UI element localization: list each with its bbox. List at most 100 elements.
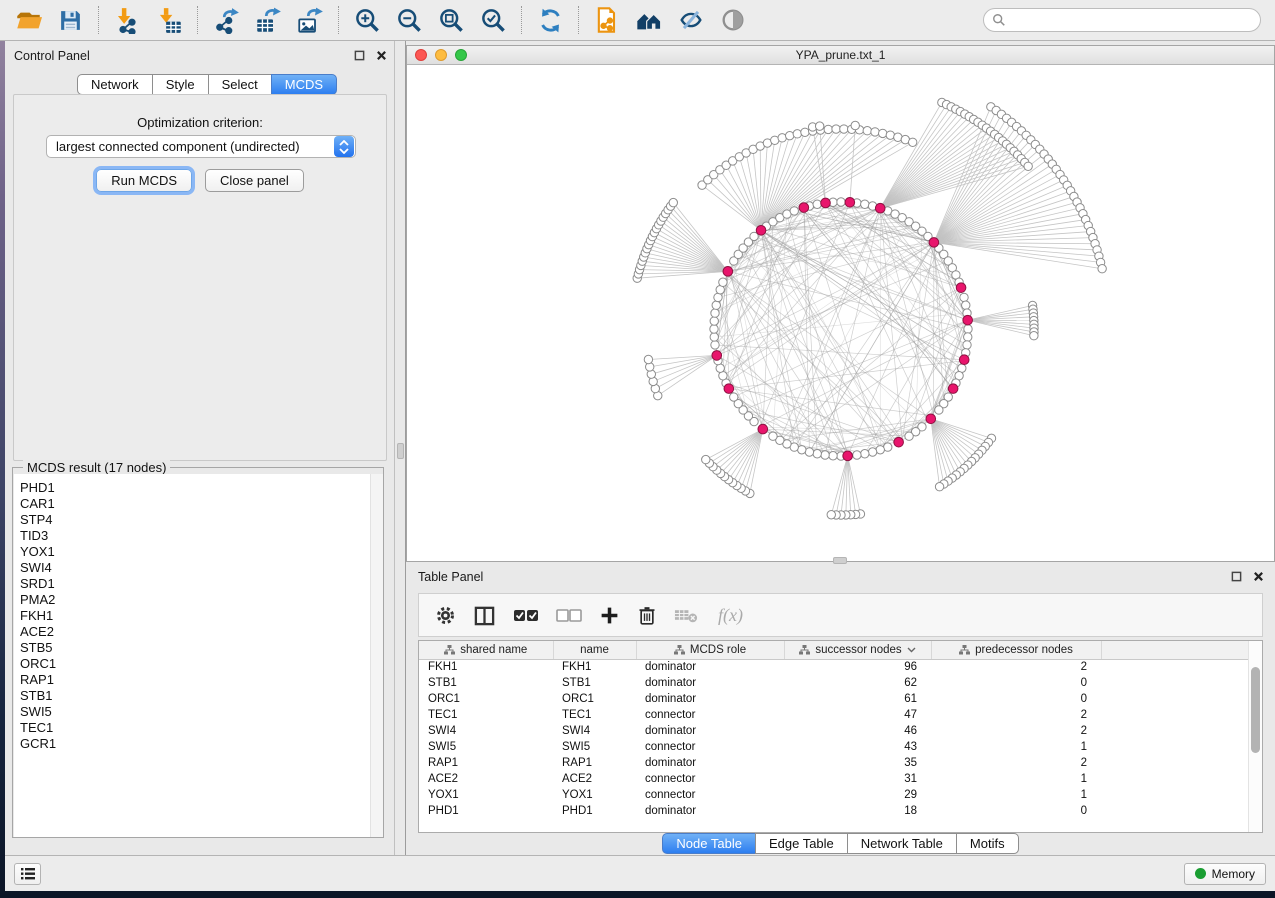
network-node[interactable]: [813, 450, 821, 458]
column-header-MCDS-role[interactable]: MCDS role: [636, 641, 784, 659]
mcds-node[interactable]: [821, 198, 831, 208]
leaf-node[interactable]: [832, 125, 840, 133]
leaf-node[interactable]: [1030, 332, 1038, 340]
mcds-result-item[interactable]: PHD1: [20, 480, 370, 496]
export-image-button[interactable]: [296, 6, 324, 34]
network-node[interactable]: [712, 301, 720, 309]
tab-motifs[interactable]: Motifs: [956, 833, 1019, 854]
leaf-node[interactable]: [644, 355, 652, 363]
leaf-node[interactable]: [669, 198, 677, 206]
delete-column-button[interactable]: [637, 605, 657, 626]
mcds-node[interactable]: [712, 351, 722, 361]
tab-edge-table[interactable]: Edge Table: [755, 833, 848, 854]
network-node[interactable]: [805, 448, 813, 456]
table-row[interactable]: YOX1YOX1connector291: [419, 787, 1249, 803]
zoom-out-button[interactable]: [395, 6, 423, 34]
mcds-result-item[interactable]: ORC1: [20, 656, 370, 672]
leaf-node[interactable]: [863, 127, 871, 135]
show-all-button[interactable]: [719, 6, 747, 34]
network-node[interactable]: [716, 364, 724, 372]
network-node[interactable]: [853, 451, 861, 459]
close-panel-button-2[interactable]: Close panel: [205, 169, 304, 192]
export-table-button[interactable]: [254, 6, 282, 34]
mcds-node[interactable]: [948, 384, 958, 394]
network-node[interactable]: [960, 293, 968, 301]
splitter-handle[interactable]: [397, 443, 404, 459]
leaf-node[interactable]: [786, 131, 794, 139]
network-node[interactable]: [963, 341, 971, 349]
table-row[interactable]: SWI5SWI5connector431: [419, 739, 1249, 755]
mcds-result-item[interactable]: YOX1: [20, 544, 370, 560]
leaf-node[interactable]: [793, 130, 801, 138]
task-history-button[interactable]: [14, 863, 41, 885]
first-neighbors-button[interactable]: [635, 6, 663, 34]
table-row[interactable]: PHD1PHD1dominator180: [419, 803, 1249, 819]
mcds-result-item[interactable]: PMA2: [20, 592, 370, 608]
network-node[interactable]: [964, 325, 972, 333]
network-node[interactable]: [790, 207, 798, 215]
apply-layout-button[interactable]: [536, 6, 564, 34]
leaf-node[interactable]: [879, 129, 887, 137]
mcds-node[interactable]: [723, 267, 733, 277]
search-input[interactable]: [1011, 13, 1252, 27]
optimization-criterion-select[interactable]: largest connected component (undirected): [46, 135, 356, 158]
network-node[interactable]: [714, 293, 722, 301]
delete-table-button[interactable]: [674, 606, 699, 624]
zoom-in-button[interactable]: [353, 6, 381, 34]
import-network-button[interactable]: [113, 6, 141, 34]
export-network-button[interactable]: [212, 6, 240, 34]
tab-network-table[interactable]: Network Table: [847, 833, 957, 854]
network-node[interactable]: [730, 393, 738, 401]
network-node[interactable]: [769, 432, 777, 440]
tab-select[interactable]: Select: [208, 74, 272, 95]
table-row[interactable]: TEC1TEC1connector472: [419, 707, 1249, 723]
network-node[interactable]: [719, 278, 727, 286]
table-row[interactable]: SWI4SWI4dominator462: [419, 723, 1249, 739]
mcds-node[interactable]: [929, 238, 939, 248]
table-scrollbar[interactable]: [1248, 641, 1262, 832]
network-node[interactable]: [868, 448, 876, 456]
tab-node-table[interactable]: Node Table: [662, 833, 756, 854]
table-row[interactable]: ORC1ORC1dominator610: [419, 691, 1249, 707]
mcds-node[interactable]: [926, 414, 936, 424]
close-table-panel-button[interactable]: [1251, 569, 1265, 583]
mcds-node[interactable]: [799, 203, 809, 213]
network-node[interactable]: [813, 200, 821, 208]
mcds-result-item[interactable]: STP4: [20, 512, 370, 528]
leaf-node[interactable]: [1024, 162, 1032, 170]
deselect-all-rows-button[interactable]: [556, 606, 582, 624]
tab-style[interactable]: Style: [152, 74, 209, 95]
network-window-titlebar[interactable]: YPA_prune.txt_1: [407, 46, 1274, 65]
mcds-result-item[interactable]: STB5: [20, 640, 370, 656]
mcds-result-item[interactable]: CAR1: [20, 496, 370, 512]
tab-network[interactable]: Network: [77, 74, 153, 95]
select-all-rows-button[interactable]: [513, 606, 539, 624]
mcds-node[interactable]: [756, 226, 766, 236]
table-settings-button[interactable]: [435, 605, 456, 626]
leaf-node[interactable]: [935, 483, 943, 491]
column-header-successor-nodes[interactable]: successor nodes: [784, 641, 931, 659]
leaf-node[interactable]: [815, 122, 823, 130]
table-scrollbar-thumb[interactable]: [1251, 667, 1260, 753]
close-panel-button[interactable]: [374, 48, 388, 62]
table-row[interactable]: FKH1FKH1dominator962: [419, 659, 1249, 675]
mcds-result-item[interactable]: TEC1: [20, 720, 370, 736]
table-row[interactable]: ACE2ACE2connector311: [419, 771, 1249, 787]
new-network-from-selection-button[interactable]: [593, 6, 621, 34]
zoom-selected-button[interactable]: [479, 6, 507, 34]
mcds-node[interactable]: [724, 384, 734, 394]
network-node[interactable]: [837, 198, 845, 206]
leaf-node[interactable]: [702, 455, 710, 463]
mcds-node[interactable]: [843, 451, 853, 461]
show-columns-button[interactable]: [473, 604, 496, 627]
network-node[interactable]: [964, 333, 972, 341]
leaf-node[interactable]: [871, 128, 879, 136]
network-node[interactable]: [710, 333, 718, 341]
mcds-list-scrollbar[interactable]: [370, 474, 383, 837]
mcds-node[interactable]: [956, 283, 966, 293]
mcds-result-item[interactable]: SWI4: [20, 560, 370, 576]
hide-selection-button[interactable]: [677, 6, 705, 34]
memory-button[interactable]: Memory: [1184, 863, 1266, 885]
column-header-shared-name[interactable]: shared name: [419, 641, 553, 659]
leaf-node[interactable]: [851, 121, 859, 129]
